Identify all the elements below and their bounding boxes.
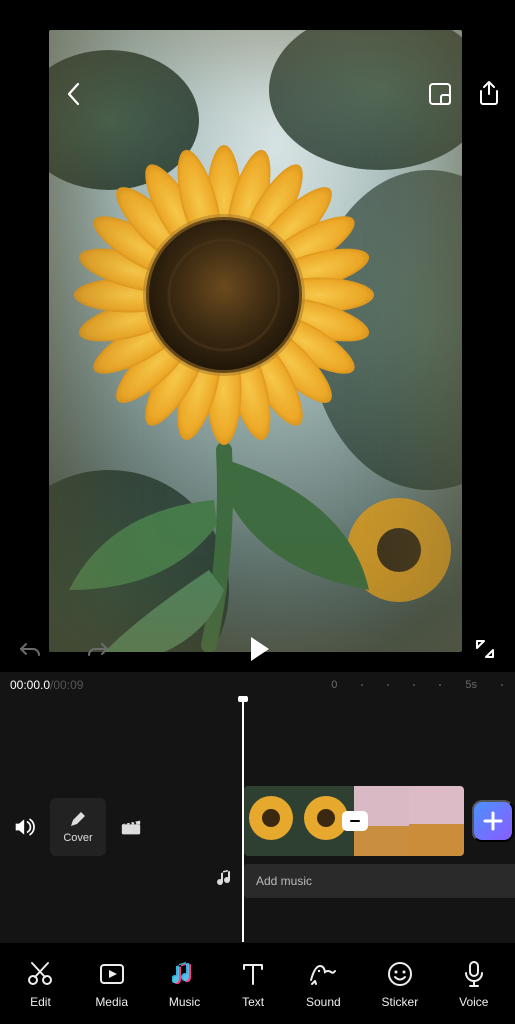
ruler-five: 5s [465, 679, 477, 691]
cover-button[interactable]: Cover [50, 798, 106, 856]
voice-icon [463, 960, 485, 988]
tool-edit-label: Edit [30, 995, 51, 1009]
tool-media[interactable]: Media [95, 959, 128, 1009]
add-music-track[interactable]: Add music [244, 864, 515, 898]
current-time: 00:00.0 [10, 678, 50, 692]
tool-music[interactable]: Music [169, 959, 200, 1009]
tool-sticker[interactable]: Sticker [382, 959, 419, 1009]
add-music-label: Add music [256, 874, 312, 888]
tool-text[interactable]: Text [241, 959, 265, 1009]
video-clip-track[interactable] [244, 786, 514, 856]
back-icon [64, 80, 84, 108]
back-button[interactable] [60, 76, 88, 112]
clip-thumb [244, 786, 299, 856]
tool-music-label: Music [169, 995, 200, 1009]
time-ruler: 0 5s [331, 679, 503, 691]
text-icon [241, 961, 265, 987]
clip-thumb [409, 786, 464, 856]
video-preview-area [0, 0, 515, 672]
crop-icon [427, 81, 453, 107]
note-icon [216, 868, 234, 888]
undo-button[interactable] [14, 636, 46, 664]
ruler-zero: 0 [331, 679, 337, 691]
play-icon [241, 632, 275, 666]
fullscreen-button[interactable] [469, 633, 501, 665]
cover-label: Cover [63, 832, 92, 844]
total-duration: /00:09 [50, 678, 83, 692]
redo-icon [86, 640, 110, 660]
time-readout: 00:00.0/00:09 0 5s [0, 672, 515, 698]
share-icon [477, 80, 501, 108]
tool-sound-label: Sound [306, 995, 341, 1009]
tool-edit[interactable]: Edit [26, 959, 54, 1009]
volume-icon [14, 816, 36, 838]
clapper-icon [120, 817, 142, 837]
clapperboard-button[interactable] [116, 812, 146, 842]
tool-sticker-label: Sticker [382, 995, 419, 1009]
volume-button[interactable] [10, 812, 40, 842]
redo-button[interactable] [82, 636, 114, 664]
music-icon [172, 960, 198, 988]
tool-media-label: Media [95, 995, 128, 1009]
tool-sound[interactable]: Sound [306, 959, 341, 1009]
playhead[interactable] [242, 698, 244, 942]
tool-text-label: Text [242, 995, 264, 1009]
expand-icon [473, 637, 497, 661]
pencil-icon [69, 810, 87, 828]
crop-button[interactable] [423, 77, 457, 111]
plus-icon [482, 810, 504, 832]
add-clip-button[interactable] [472, 800, 514, 842]
media-icon [98, 962, 126, 986]
play-button[interactable] [237, 628, 279, 670]
bottom-toolbar: Edit Media Music Text Sound Sticker Voic… [0, 942, 515, 1024]
preview-frame[interactable] [49, 30, 462, 652]
transition-button[interactable] [342, 811, 368, 831]
tool-voice[interactable]: Voice [459, 959, 488, 1009]
minus-icon [350, 820, 360, 822]
sound-icon [308, 962, 338, 986]
undo-icon [18, 640, 42, 660]
sticker-icon [387, 961, 413, 987]
scissors-icon [26, 961, 54, 987]
share-button[interactable] [473, 76, 505, 112]
timeline[interactable]: Cover Add music [0, 698, 515, 942]
tool-voice-label: Voice [459, 995, 488, 1009]
